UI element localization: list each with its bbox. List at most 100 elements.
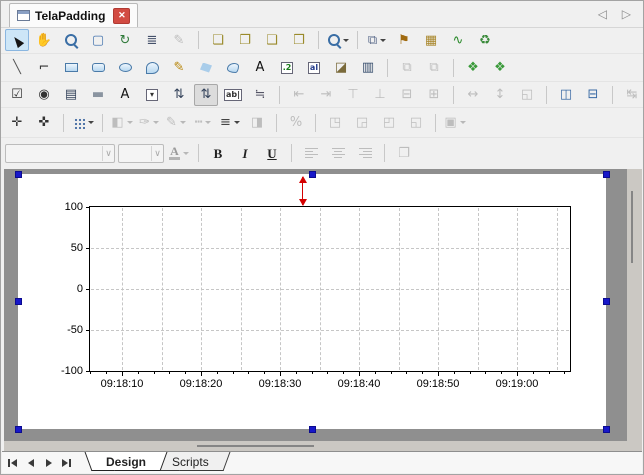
commandbutton-control-button[interactable]: ▬: [86, 84, 110, 106]
font-size-combo[interactable]: ∨: [118, 144, 164, 163]
font-color-button[interactable]: A: [167, 142, 191, 164]
alarm-config-button[interactable]: ⚑: [392, 29, 416, 51]
dropdown-caret-icon[interactable]: [153, 121, 159, 124]
align-right-button[interactable]: ⇥: [314, 84, 338, 106]
frame-control-button[interactable]: ≒: [248, 84, 272, 106]
text-align-left-button[interactable]: [299, 142, 323, 164]
same-width-button[interactable]: ↔: [461, 84, 485, 106]
freehand-shape-button[interactable]: ✎: [167, 57, 191, 79]
bring-forward-button[interactable]: ❑: [260, 29, 284, 51]
center-vertically-in-window-button[interactable]: ⊟: [581, 84, 605, 106]
selection-handle-bottom-left[interactable]: [15, 426, 22, 433]
line-shape-button[interactable]: ╲: [5, 57, 29, 79]
text-align-center-button[interactable]: [326, 142, 350, 164]
text-frame-button[interactable]: ❐: [392, 142, 416, 164]
textbox-object-button[interactable]: al: [302, 57, 326, 79]
bold-button[interactable]: B: [206, 142, 230, 164]
selection-handle-bottom-right[interactable]: [603, 426, 610, 433]
pan-tool-button[interactable]: ✋: [32, 29, 56, 51]
screen-canvas[interactable]: 100500-50-10009:18:1009:18:2009:18:3009:…: [18, 174, 606, 429]
tab-design[interactable]: Design: [88, 452, 164, 471]
center-horizontal-button[interactable]: ⊞: [422, 84, 446, 106]
label-control-button[interactable]: A: [113, 84, 137, 106]
snap-to-grid-button[interactable]: ▣: [443, 112, 467, 134]
nudge-resize-button[interactable]: ✜: [32, 112, 56, 134]
ungroup-button[interactable]: ⧉: [422, 57, 446, 79]
center-horizontally-in-window-button[interactable]: ◫: [554, 84, 578, 106]
send-to-back-button[interactable]: ❐: [233, 29, 257, 51]
scale-object-button[interactable]: ▥: [356, 57, 380, 79]
dropdown-caret-icon[interactable]: [127, 121, 133, 124]
first-screen-button[interactable]: [5, 455, 20, 470]
dropdown-caret-icon[interactable]: [234, 121, 240, 124]
curve-shape-button[interactable]: [221, 57, 245, 79]
selection-handle-top-left[interactable]: [15, 171, 22, 178]
combo-dropdown-icon[interactable]: ∨: [102, 146, 114, 161]
vertical-scrollbar[interactable]: [627, 169, 642, 454]
group-button[interactable]: ⧉: [395, 57, 419, 79]
align-bottom-button[interactable]: ⊥: [368, 84, 392, 106]
italic-button[interactable]: I: [233, 142, 257, 164]
same-size-button[interactable]: ◱: [515, 84, 539, 106]
close-tab-button[interactable]: ✕: [113, 8, 130, 24]
center-vertical-button[interactable]: ⊟: [395, 84, 419, 106]
previous-screen-button[interactable]: [23, 455, 38, 470]
combo-dropdown-icon[interactable]: ∨: [151, 146, 163, 161]
brush-style-button[interactable]: ✑: [137, 112, 161, 134]
percent-fill-button[interactable]: %: [284, 112, 308, 134]
spinner-control-button[interactable]: ⇅: [167, 84, 191, 106]
fill-color-button[interactable]: ◧: [110, 112, 134, 134]
bring-to-front-button[interactable]: ❏: [206, 29, 230, 51]
rectangle-shape-button[interactable]: [59, 57, 83, 79]
dropdown-caret-icon[interactable]: [460, 121, 466, 124]
dropdown-caret-icon[interactable]: [380, 39, 386, 42]
dropdown-caret-icon[interactable]: [183, 152, 189, 155]
trend-chart-object[interactable]: 100500-50-10009:18:1009:18:2009:18:3009:…: [89, 206, 571, 372]
dropdown-caret-icon[interactable]: [205, 121, 211, 124]
listbox-control-button[interactable]: ▤: [59, 84, 83, 106]
checkbox-control-button[interactable]: ☑: [5, 84, 29, 106]
select-tool-button[interactable]: [5, 29, 29, 51]
zoom-tool-button[interactable]: [59, 29, 83, 51]
rotate-tool-button[interactable]: ↻: [113, 29, 137, 51]
grid-settings-button[interactable]: [71, 112, 95, 134]
align-top-button[interactable]: ⊤: [341, 84, 365, 106]
selection-handle-bottom-center[interactable]: [309, 426, 316, 433]
scrollbar-control-button[interactable]: ⇅: [194, 84, 218, 106]
last-screen-button[interactable]: [59, 455, 74, 470]
rounded-rectangle-shape-button[interactable]: [86, 57, 110, 79]
font-name-combo[interactable]: ∨: [5, 144, 115, 163]
align-left-button[interactable]: ⇤: [287, 84, 311, 106]
selection-handle-middle-left[interactable]: [15, 298, 22, 305]
increase-width-button[interactable]: ◰: [377, 112, 401, 134]
selection-handle-top-right[interactable]: [603, 171, 610, 178]
next-screen-button[interactable]: [41, 455, 56, 470]
send-backward-button[interactable]: ❒: [287, 29, 311, 51]
group-objects-button[interactable]: ⧉: [365, 29, 389, 51]
text-align-right-button[interactable]: [353, 142, 377, 164]
line-style-button[interactable]: ┅: [191, 112, 215, 134]
nudge-move-button[interactable]: ✛: [5, 112, 29, 134]
line-width-button[interactable]: ≡: [218, 112, 242, 134]
text-object-button[interactable]: A: [248, 57, 272, 79]
underline-button[interactable]: U: [260, 142, 284, 164]
radio-control-button[interactable]: ◉: [32, 84, 56, 106]
polyline-shape-button[interactable]: ⌐: [32, 57, 56, 79]
arc-shape-button[interactable]: [140, 57, 164, 79]
increase-height-button[interactable]: ◳: [323, 112, 347, 134]
tab-order-button[interactable]: ≣: [140, 29, 164, 51]
textbox-control-button[interactable]: ab|: [221, 84, 245, 106]
tab-scroll-right-icon[interactable]: ▷: [622, 6, 631, 22]
line-color-button[interactable]: ✎: [164, 112, 188, 134]
zoom-region-tool-button[interactable]: ▢: [86, 29, 110, 51]
recipe-object-button[interactable]: ♻: [473, 29, 497, 51]
document-tab-telapadding[interactable]: TelaPadding ✕: [9, 3, 138, 27]
associate-tag-new-button[interactable]: ❖: [488, 57, 512, 79]
background-style-button[interactable]: ◨: [245, 112, 269, 134]
vertical-scrollbar-thumb[interactable]: [631, 191, 633, 263]
zoom-level-button[interactable]: [326, 29, 350, 51]
ellipse-shape-button[interactable]: [113, 57, 137, 79]
display-object-button[interactable]: .2: [275, 57, 299, 79]
dropdown-caret-icon[interactable]: [88, 121, 94, 124]
polygon-shape-button[interactable]: [194, 57, 218, 79]
